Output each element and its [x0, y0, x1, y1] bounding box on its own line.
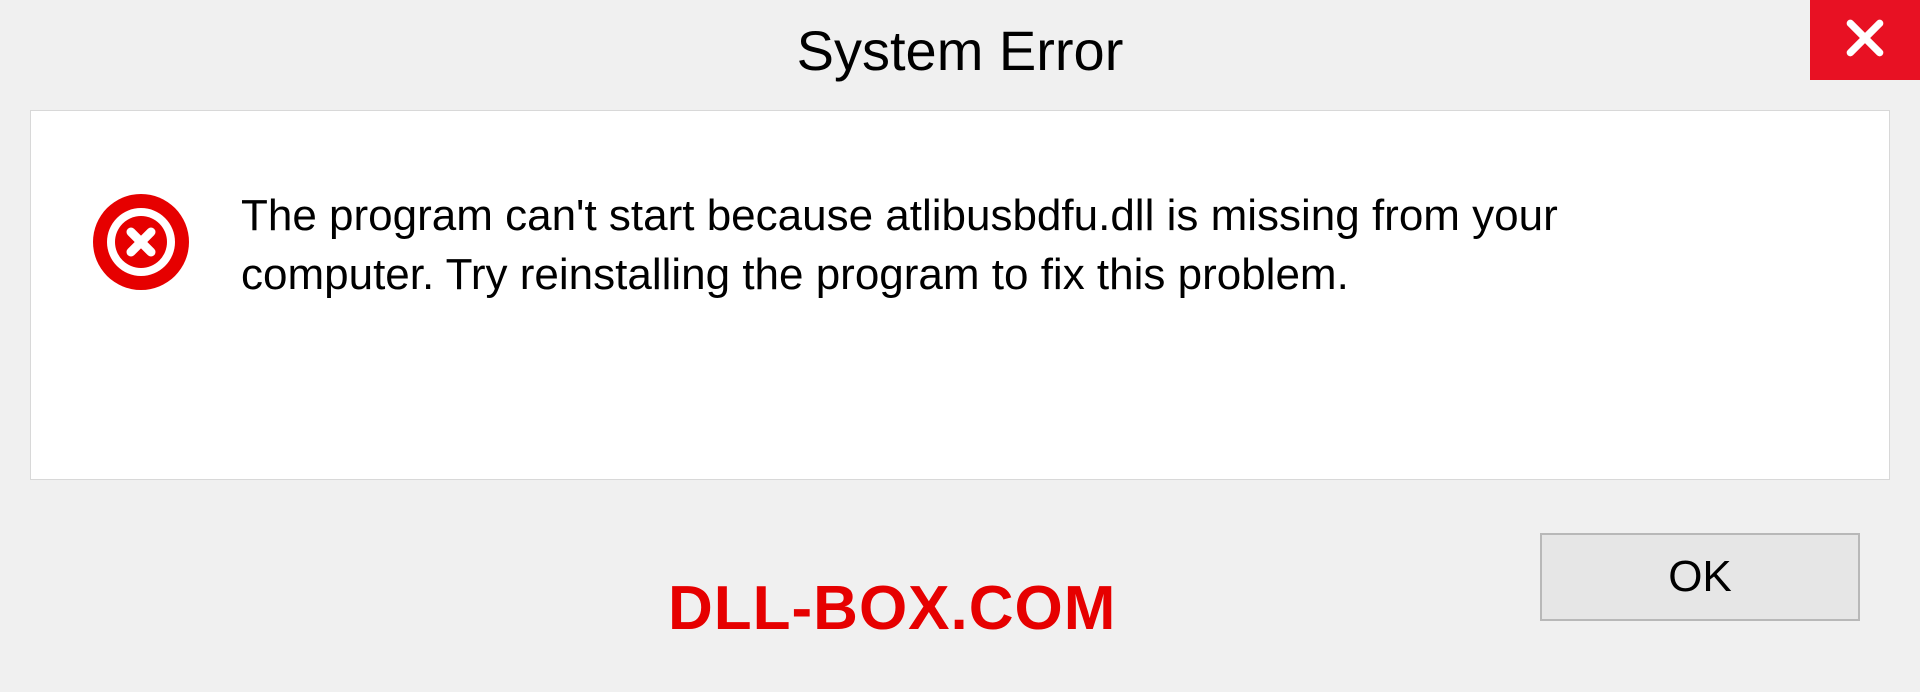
dialog-message: The program can't start because atlibusb…: [241, 186, 1741, 305]
watermark-text: DLL-BOX.COM: [668, 573, 1116, 644]
close-icon: [1843, 16, 1887, 65]
dialog-title: System Error: [797, 18, 1124, 83]
ok-button[interactable]: OK: [1540, 533, 1860, 621]
error-icon: [91, 192, 191, 292]
dialog-content: The program can't start because atlibusb…: [30, 110, 1890, 480]
dialog-footer: DLL-BOX.COM OK: [0, 492, 1920, 692]
titlebar: System Error: [0, 0, 1920, 100]
close-button[interactable]: [1810, 0, 1920, 80]
